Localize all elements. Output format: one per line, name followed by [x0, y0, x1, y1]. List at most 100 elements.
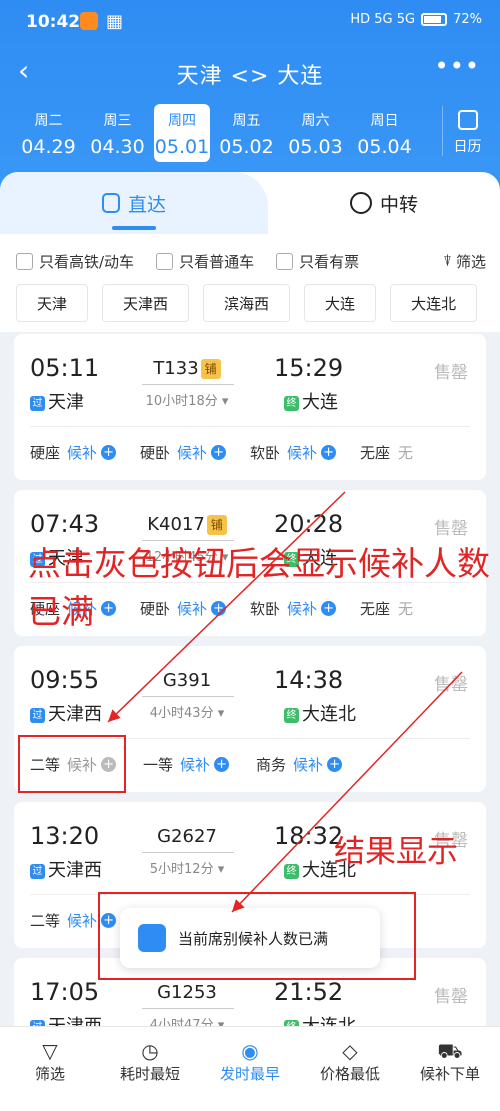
- from-station: 过天津西: [30, 856, 102, 882]
- bottom-nav-item[interactable]: ▽ 筛选: [0, 1027, 100, 1111]
- seat-type: 硬座: [30, 444, 61, 462]
- app-badge-icon: [80, 12, 98, 30]
- seat-type: 硬卧: [140, 444, 171, 462]
- weekday: 周四: [168, 113, 196, 129]
- nav-label: 候补下单: [419, 1065, 480, 1083]
- tab-transfer[interactable]: 中转: [268, 172, 500, 234]
- weekday: 周二: [34, 113, 63, 129]
- bottom-nav-item[interactable]: ◉ 发时最早: [200, 1027, 300, 1111]
- checkbox[interactable]: [156, 252, 174, 270]
- filter-button[interactable]: ⍒ 筛选: [443, 251, 486, 272]
- date: 04.29: [21, 136, 76, 158]
- calendar-button[interactable]: 日历: [442, 106, 486, 156]
- from-station: 过天津: [30, 388, 84, 414]
- checkbox[interactable]: [276, 252, 294, 270]
- seat-waitlist-button[interactable]: 硬卧 候补 +: [140, 442, 250, 463]
- bottom-nav-item[interactable]: ⛟ 候补下单: [400, 1027, 500, 1111]
- duration[interactable]: 10小时18分 ▾: [140, 390, 234, 409]
- nav-label: 筛选: [34, 1065, 65, 1083]
- station-chip[interactable]: 大连: [304, 284, 377, 322]
- date-item[interactable]: 周六 05.03: [281, 104, 350, 162]
- seat-waitlist-button[interactable]: 软卧 候补 +: [250, 442, 360, 463]
- station-chip[interactable]: 滨海西: [203, 284, 291, 322]
- header-bar: 10:42 ▦ HD 5G 5G 72% ‹ 天津 <> 大连 ••• 周二 04…: [0, 0, 500, 200]
- filter-normal[interactable]: 只看普通车: [156, 251, 254, 272]
- toast-text: 当前席别候补人数已满: [178, 929, 329, 948]
- annotation-result: 结果显示: [334, 834, 458, 870]
- filter-available[interactable]: 只看有票: [276, 251, 359, 272]
- seat-waitlist-button[interactable]: 一等候补+: [143, 754, 256, 775]
- battery-level: 72%: [453, 12, 482, 27]
- departure-time: 09:55: [30, 666, 100, 694]
- station-chip[interactable]: 天津西: [102, 284, 190, 322]
- pass-tag: 过: [30, 863, 45, 879]
- arrival-time: 14:38: [274, 666, 344, 694]
- waitlist-label: 候补: [67, 444, 98, 462]
- network-status: HD 5G 5G: [350, 12, 416, 27]
- nav-icon: ⛟: [437, 1039, 463, 1063]
- more-icon[interactable]: •••: [435, 52, 480, 80]
- filter-label: 只看有票: [299, 252, 360, 271]
- station-chip[interactable]: 大连北: [390, 284, 478, 322]
- tab-direct[interactable]: 直达: [0, 172, 268, 234]
- plus-icon: +: [327, 757, 343, 772]
- train-icon: [101, 193, 120, 213]
- date-item[interactable]: 周三 04.30: [83, 104, 152, 162]
- waitlist-label: 候补: [293, 756, 324, 774]
- route-line: [142, 696, 234, 697]
- seat-none: 无: [398, 444, 414, 462]
- route-line: [142, 852, 234, 853]
- date-item-selected[interactable]: 周四 05.01: [154, 104, 210, 162]
- date-item[interactable]: 周日 05.04: [350, 104, 419, 162]
- sold-out-status: 售罄: [434, 519, 468, 539]
- plus-icon: +: [101, 445, 117, 460]
- funnel-icon: ⍒: [442, 252, 452, 270]
- filter-label: 筛选: [455, 252, 486, 271]
- arrival-time: 18:32: [274, 822, 344, 850]
- bottom-nav-item[interactable]: ◷ 耗时最短: [100, 1027, 200, 1111]
- station-chip[interactable]: 天津: [16, 284, 89, 322]
- divider: [30, 426, 470, 427]
- from-station: 过天津西: [30, 700, 102, 726]
- arrival-time: 21:52: [274, 978, 344, 1006]
- departure-time: 17:05: [30, 978, 100, 1006]
- tab-indicator: [112, 226, 156, 230]
- train-number: K4017: [147, 514, 205, 535]
- filter-label: 只看普通车: [179, 252, 255, 271]
- train-number-wrap: T133 铺: [140, 358, 234, 379]
- status-time: 10:42: [26, 12, 81, 32]
- terminal-tag: 终: [284, 863, 299, 879]
- date-item[interactable]: 周二 04.29: [14, 104, 83, 162]
- seat-option: 无座无: [360, 442, 470, 463]
- checkbox[interactable]: [16, 252, 33, 270]
- weekday: 周六: [301, 113, 330, 129]
- seat-type: 无座: [360, 444, 391, 462]
- date-item[interactable]: 周五 05.02: [212, 104, 281, 162]
- bottom-nav-item[interactable]: ◇ 价格最低: [300, 1027, 400, 1111]
- terminal-tag: 终: [284, 395, 299, 411]
- sold-out-status: 售罄: [434, 987, 468, 1007]
- duration[interactable]: 5小时12分 ▾: [140, 858, 234, 877]
- nav-icon: ◷: [141, 1039, 159, 1063]
- filter-row: 只看高铁/动车 只看普通车 只看有票 ⍒ 筛选: [16, 248, 486, 274]
- duration[interactable]: 4小时43分 ▾: [140, 702, 234, 721]
- calendar-label: 日历: [453, 139, 482, 155]
- seat-waitlist-button[interactable]: 硬座 候补 +: [30, 442, 140, 463]
- departure-time: 07:43: [30, 510, 100, 538]
- date: 05.01: [154, 136, 210, 158]
- status-right: HD 5G 5G 72%: [350, 12, 482, 27]
- page-title: 天津 <> 大连: [176, 64, 324, 89]
- berth-tag: 铺: [200, 359, 221, 379]
- departure-time: 13:20: [30, 822, 100, 850]
- toast-message: 当前席别候补人数已满: [120, 908, 380, 968]
- annotation-box-seat: [18, 735, 126, 793]
- from-station-name: 天津西: [48, 704, 102, 725]
- seat-waitlist-button[interactable]: 商务候补+: [256, 754, 369, 775]
- train-card[interactable]: 05:11 T133 铺 10小时18分 ▾ 15:29 过天津终大连 售罄 硬座 候补 + 硬卧候…: [14, 334, 486, 480]
- pass-tag: 过: [30, 395, 45, 411]
- train-list: 05:11 T133 铺 10小时18分 ▾ 15:29 过天津终大连 售罄 硬座 候补 + 硬卧候…: [14, 334, 486, 1111]
- railway-logo-icon: [138, 924, 166, 952]
- filter-highspeed[interactable]: 只看高铁/动车: [16, 251, 134, 272]
- status-bar: 10:42 ▦ HD 5G 5G 72%: [0, 0, 500, 44]
- battery-icon: [421, 13, 448, 26]
